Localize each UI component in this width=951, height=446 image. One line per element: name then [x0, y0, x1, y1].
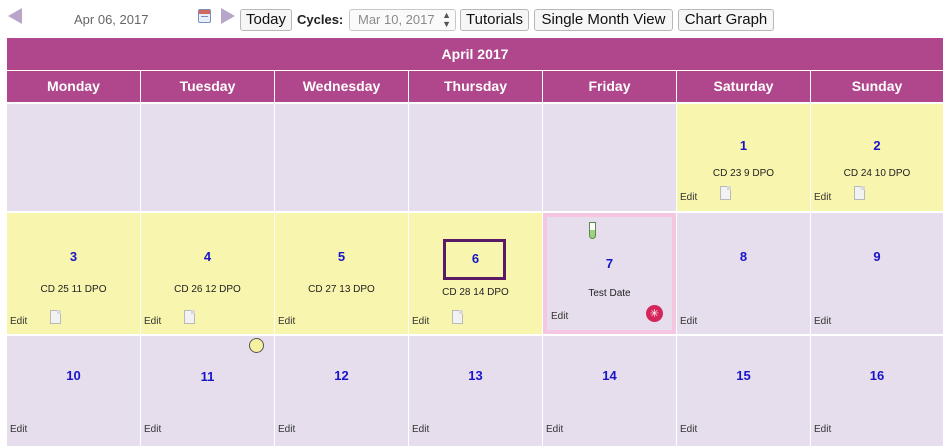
cycle-day-info: CD 28 14 DPO	[442, 287, 509, 298]
cycle-day-info: CD 26 12 DPO	[174, 284, 241, 295]
note-icon[interactable]	[720, 186, 731, 200]
calendar-cell-day-10[interactable]: 10 Edit	[7, 336, 140, 446]
single-month-view-button[interactable]: Single Month View	[534, 9, 673, 31]
tutorials-button[interactable]: Tutorials	[460, 9, 529, 31]
edit-link[interactable]: Edit	[278, 316, 295, 327]
day-number: 11	[200, 369, 215, 384]
edit-link[interactable]: Edit	[144, 424, 161, 435]
day-number: 3	[69, 249, 78, 264]
note-icon[interactable]	[854, 186, 865, 200]
calendar-cell-empty	[7, 104, 140, 211]
select-arrows-icon: ▲ ▼	[442, 10, 451, 29]
cycle-day-info: CD 25 11 DPO	[40, 284, 107, 295]
calendar-cell-empty	[275, 104, 408, 211]
calendar-cell-day-14[interactable]: 14 Edit	[543, 336, 676, 446]
day-number: 2	[873, 138, 881, 153]
day-number: 14	[602, 368, 617, 383]
day-number: 12	[334, 368, 349, 383]
cycle-day-info: CD 27 13 DPO	[308, 284, 375, 295]
edit-link[interactable]: Edit	[814, 424, 831, 435]
calendar-cell-day-8[interactable]: 8 Edit	[677, 213, 810, 334]
month-title: April 2017	[7, 38, 943, 70]
calendar-cell-day-12[interactable]: 12 Edit	[275, 336, 408, 446]
calendar-cell-day-9[interactable]: 9 Edit	[811, 213, 943, 334]
day-number: 7	[605, 256, 614, 271]
edit-link[interactable]: Edit	[412, 424, 429, 435]
weekday-header: Thursday	[409, 71, 542, 102]
note-icon[interactable]	[184, 310, 195, 324]
next-arrow-icon[interactable]	[221, 8, 235, 24]
edit-link[interactable]: Edit	[546, 424, 563, 435]
edit-link[interactable]: Edit	[680, 192, 697, 203]
edit-link[interactable]: Edit	[680, 316, 697, 327]
edit-link[interactable]: Edit	[278, 424, 295, 435]
weekday-header: Sunday	[811, 71, 943, 102]
cycle-select-value: Mar 10, 2017	[358, 12, 435, 27]
calendar-cell-day-5[interactable]: 5 CD 27 13 DPO Edit	[275, 213, 408, 334]
edit-link[interactable]: Edit	[551, 311, 568, 322]
edit-link[interactable]: Edit	[10, 424, 27, 435]
day-number: 15	[736, 368, 751, 383]
calendar-cell-day-1[interactable]: 1 CD 23 9 DPO Edit	[677, 104, 810, 211]
test-date-label: Test Date	[588, 288, 631, 299]
calendar-cell-empty	[543, 104, 676, 211]
calendar-cell-day-6-today[interactable]: 6 CD 28 14 DPO Edit	[409, 213, 542, 334]
calendar-cell-day-16[interactable]: 16 Edit	[811, 336, 943, 446]
day-number: 6	[471, 251, 480, 266]
circle-icon	[249, 338, 264, 353]
chart-graph-button[interactable]: Chart Graph	[678, 9, 774, 31]
edit-link[interactable]: Edit	[144, 316, 161, 327]
edit-link[interactable]: Edit	[412, 316, 429, 327]
calendar-cell-day-15[interactable]: 15 Edit	[677, 336, 810, 446]
current-date: Apr 06, 2017	[74, 12, 149, 27]
calendar-cell-day-7[interactable]: 7 Test Date Edit ✳	[543, 213, 676, 334]
calendar-cell-empty	[141, 104, 274, 211]
edit-link[interactable]: Edit	[814, 192, 831, 203]
calendar-cell-day-2[interactable]: 2 CD 24 10 DPO Edit	[811, 104, 943, 211]
calendar-cell-day-4[interactable]: 4 CD 26 12 DPO Edit	[141, 213, 274, 334]
day-number: 10	[66, 368, 81, 383]
calendar-cell-day-11[interactable]: 11 Edit	[141, 336, 274, 446]
weekday-header: Tuesday	[141, 71, 274, 102]
calendar-cell-day-3[interactable]: 3 CD 25 11 DPO Edit	[7, 213, 140, 334]
calendar-cell-day-13[interactable]: 13 Edit	[409, 336, 542, 446]
day-number: 5	[337, 249, 346, 264]
weekday-header: Wednesday	[275, 71, 408, 102]
test-result-icon[interactable]: ✳	[646, 305, 663, 322]
note-icon[interactable]	[452, 310, 463, 324]
today-button[interactable]: Today	[240, 9, 292, 31]
calendar-icon[interactable]	[198, 9, 211, 23]
edit-link[interactable]: Edit	[814, 316, 831, 327]
toolbar: Apr 06, 2017 Today Cycles: Mar 10, 2017 …	[0, 0, 951, 38]
prev-arrow-icon[interactable]	[8, 8, 22, 24]
day-number: 16	[869, 368, 885, 383]
cycle-day-info: CD 23 9 DPO	[712, 168, 775, 179]
day-number: 4	[203, 249, 212, 264]
weekday-header: Monday	[7, 71, 140, 102]
note-icon[interactable]	[50, 310, 61, 324]
weekday-header: Friday	[543, 71, 676, 102]
day-number: 1	[739, 138, 748, 153]
cycle-day-info: CD 24 10 DPO	[843, 168, 911, 179]
calendar-cell-empty	[409, 104, 542, 211]
day-number: 8	[739, 249, 748, 264]
test-tube-icon	[589, 222, 596, 239]
edit-link[interactable]: Edit	[680, 424, 697, 435]
day-number: 9	[873, 249, 881, 264]
edit-link[interactable]: Edit	[10, 316, 27, 327]
weekday-header: Saturday	[677, 71, 810, 102]
cycle-select[interactable]: Mar 10, 2017 ▲ ▼	[349, 9, 456, 31]
cycles-label: Cycles:	[297, 12, 344, 27]
day-number: 13	[468, 368, 483, 383]
